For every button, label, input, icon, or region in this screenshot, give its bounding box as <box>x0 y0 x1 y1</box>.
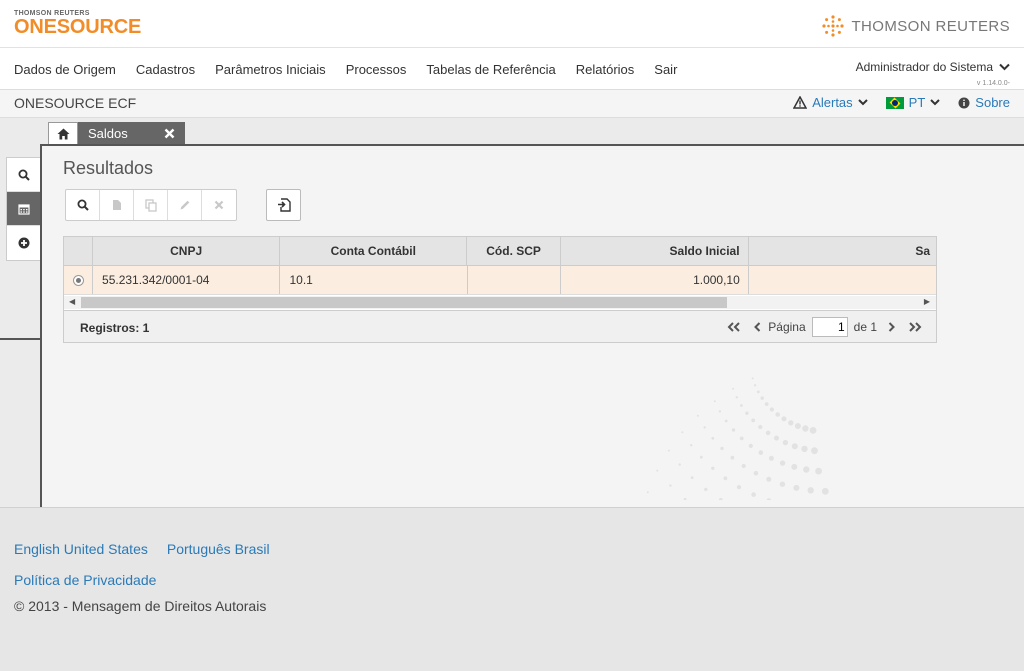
warning-icon <box>793 96 808 109</box>
results-grid: CNPJ Conta Contábil Cód. SCP Saldo Inici… <box>63 236 937 343</box>
col-header-saldo-inicial[interactable]: Saldo Inicial <box>561 237 749 265</box>
nav-item-relatorios[interactable]: Relatórios <box>576 62 635 77</box>
info-icon <box>958 97 970 108</box>
grid-footer: Registros: 1 Página de 1 <box>64 310 936 342</box>
page-of-label: de 1 <box>853 320 877 334</box>
export-button[interactable] <box>266 189 301 221</box>
close-icon[interactable] <box>164 128 175 139</box>
side-calendar-button[interactable] <box>7 192 40 226</box>
onesource-logo[interactable]: THOMSON REUTERS ONESOURCE <box>14 10 141 37</box>
about-label: Sobre <box>975 95 1010 110</box>
logo-brand-big: ONESOURCE <box>14 16 142 38</box>
alerts-menu[interactable]: Alertas <box>793 95 868 110</box>
cell-cnpj: 55.231.342/0001-04 <box>93 266 281 294</box>
grid-header: CNPJ Conta Contábil Cód. SCP Saldo Inici… <box>64 237 936 266</box>
cell-conta: 10.1 <box>280 266 468 294</box>
col-header-cnpj[interactable]: CNPJ <box>93 237 281 265</box>
chevron-down-icon <box>930 99 941 106</box>
new-button[interactable] <box>100 190 134 220</box>
scroll-left-icon[interactable]: ◀ <box>69 297 75 306</box>
top-header: THOMSON REUTERS ONESOURCE THOMSON REUTER… <box>0 0 1024 48</box>
new-file-icon <box>112 200 121 210</box>
tab-saldos-label: Saldos <box>88 125 128 141</box>
alerts-label: Alertas <box>812 95 853 110</box>
footer-link-english[interactable]: English United States <box>14 541 148 557</box>
search-icon <box>77 199 89 211</box>
calendar-icon <box>17 203 30 215</box>
thomson-reuters-icon <box>822 15 845 37</box>
records-count: Registros: 1 <box>80 321 150 335</box>
side-panel <box>6 157 40 261</box>
grid-select-col <box>64 237 94 265</box>
footer-link-portugues[interactable]: Português Brasil <box>167 541 270 557</box>
language-menu[interactable]: PT <box>885 95 941 110</box>
radio-selected-icon <box>72 274 84 286</box>
prev-page-icon[interactable] <box>753 322 762 332</box>
nav-item-sair[interactable]: Sair <box>654 62 677 77</box>
page-number-input[interactable] <box>811 317 848 337</box>
language-label: PT <box>908 95 926 110</box>
user-menu[interactable]: Administrador do Sistema <box>856 60 1010 74</box>
next-page-icon[interactable] <box>887 322 896 332</box>
chevron-down-icon <box>999 63 1010 71</box>
app-title: ONESOURCE ECF <box>14 95 137 111</box>
search-button[interactable] <box>66 190 100 220</box>
footer-copyright: © 2013 - Mensagem de Direitos Autorais <box>14 598 267 614</box>
delete-icon <box>214 200 224 210</box>
footer: English United States Português Brasil P… <box>0 507 1024 671</box>
first-page-icon[interactable] <box>727 322 741 332</box>
about-link[interactable]: Sobre <box>958 95 1010 110</box>
nav-item-processos[interactable]: Processos <box>346 62 407 77</box>
page-label: Página <box>768 320 806 334</box>
pencil-icon <box>180 200 189 210</box>
col-header-cod-scp[interactable]: Cód. SCP <box>467 237 561 265</box>
side-search-button[interactable] <box>7 158 40 192</box>
row-radio[interactable] <box>64 266 94 294</box>
cell-extra <box>749 266 936 294</box>
search-icon <box>18 169 30 181</box>
tab-bar: Saldos <box>48 122 185 144</box>
nav-menu: Dados de Origem Cadastros Parâmetros Ini… <box>14 62 677 77</box>
copy-icon <box>144 198 157 212</box>
thomson-reuters-logo: THOMSON REUTERS <box>821 14 1010 38</box>
results-title: Resultados <box>63 158 154 178</box>
sub-header: ONESOURCE ECF Alertas PT Sobre <box>0 90 1024 118</box>
copy-button[interactable] <box>134 190 168 220</box>
main-nav: Dados de Origem Cadastros Parâmetros Ini… <box>0 48 1024 90</box>
pager: Página de 1 <box>727 317 922 337</box>
brazil-flag-icon <box>885 96 904 109</box>
scroll-right-icon[interactable]: ▶ <box>924 297 930 306</box>
add-circle-icon <box>18 237 29 249</box>
tab-saldos[interactable]: Saldos <box>78 122 185 144</box>
tab-home[interactable] <box>48 122 78 144</box>
nav-item-dados-de-origem[interactable]: Dados de Origem <box>14 62 116 77</box>
footer-link-privacy[interactable]: Política de Privacidade <box>14 572 156 588</box>
last-page-icon[interactable] <box>908 322 922 332</box>
col-header-truncated[interactable]: Sa <box>749 237 936 265</box>
side-add-button[interactable] <box>7 226 40 260</box>
col-header-conta-contabil[interactable]: Conta Contábil <box>280 237 468 265</box>
export-icon <box>277 198 291 212</box>
delete-button[interactable] <box>202 190 236 220</box>
nav-item-tabelas-de-referencia[interactable]: Tabelas de Referência <box>426 62 555 77</box>
home-icon <box>57 128 69 139</box>
footer-language-links: English United States Português Brasil <box>14 541 270 557</box>
sub-header-actions: Alertas PT Sobre <box>793 95 1010 110</box>
cell-saldo-inicial: 1.000,10 <box>561 266 749 294</box>
nav-item-cadastros[interactable]: Cadastros <box>136 62 195 77</box>
panel-divider <box>0 338 40 340</box>
cell-scp <box>468 266 562 294</box>
version-label: v 1.14.0.0- <box>976 80 1010 87</box>
table-row[interactable]: 55.231.342/0001-04 10.1 1.000,10 <box>64 266 936 295</box>
nav-item-parametros-iniciais[interactable]: Parâmetros Iniciais <box>215 62 326 77</box>
horizontal-scrollbar[interactable]: ◀ ▶ <box>64 296 936 309</box>
scrollbar-thumb[interactable] <box>81 297 727 308</box>
tr-logo-text: THOMSON REUTERS <box>851 17 1010 35</box>
user-name: Administrador do Sistema <box>855 60 993 74</box>
edit-button[interactable] <box>168 190 202 220</box>
results-toolbar <box>65 189 237 221</box>
chevron-down-icon <box>857 99 868 106</box>
